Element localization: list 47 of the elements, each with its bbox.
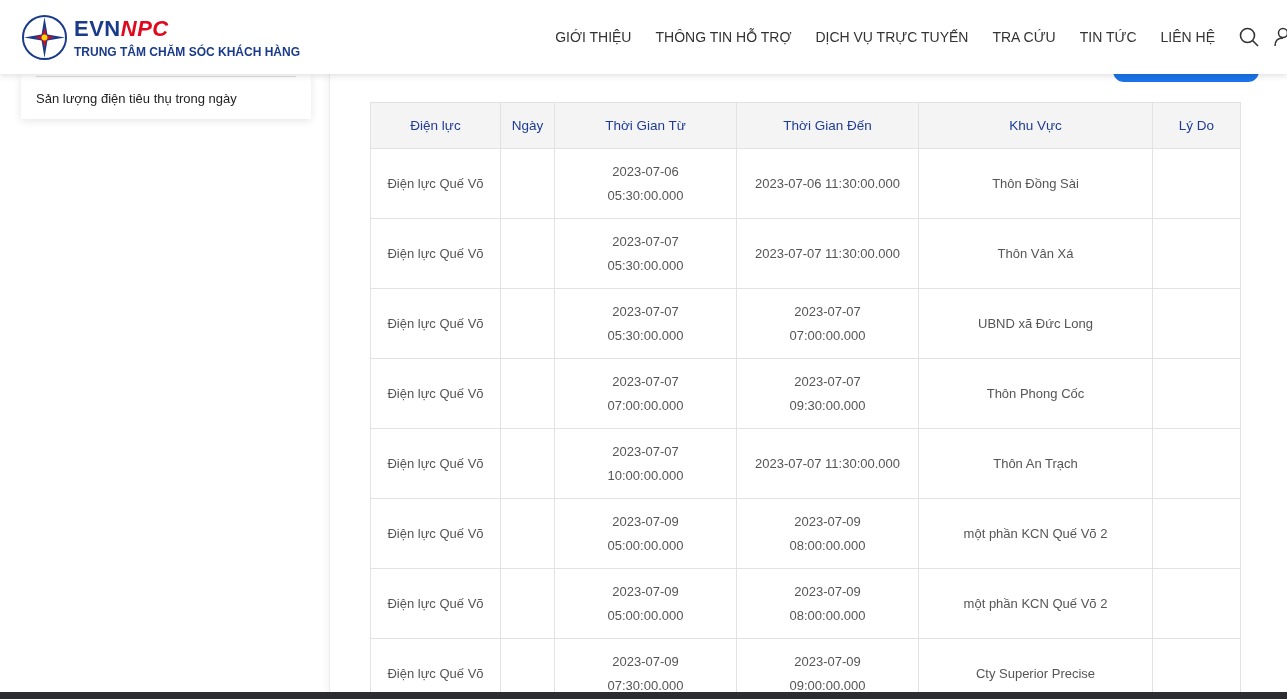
column-header: Khu Vực	[918, 102, 1153, 149]
table-cell: 2023-07-09 05:00:00.000	[554, 498, 737, 569]
column-header: Thời Gian Đến	[736, 102, 919, 149]
brand-name-accent: NPC	[120, 15, 169, 42]
table-cell: Điện lực Quế Võ	[370, 568, 501, 639]
table-cell: Điện lực Quế Võ	[370, 358, 501, 429]
logo-icon	[21, 13, 68, 61]
nav-link[interactable]: GIỚI THIỆU	[543, 29, 644, 45]
table-cell: 2023-07-06 05:30:00.000	[554, 148, 737, 219]
search-icon[interactable]	[1239, 27, 1259, 47]
nav-link[interactable]: THÔNG TIN HỖ TRỢ	[643, 29, 804, 45]
table-cell: Điện lực Quế Võ	[370, 288, 501, 359]
table-cell: 2023-07-07 09:30:00.000	[736, 358, 919, 429]
column-header: Thời Gian Từ	[554, 102, 737, 149]
table-cell: 2023-07-07 11:30:00.000	[736, 218, 919, 289]
user-icon[interactable]	[1273, 27, 1287, 47]
column-header: Điện lực	[370, 102, 501, 149]
table-cell: Thôn Phong Cốc	[918, 358, 1153, 429]
table-cell: 2023-07-07 11:30:00.000	[736, 428, 919, 499]
nav-link[interactable]: DỊCH VỤ TRỰC TUYẾN	[803, 29, 981, 45]
nav-link[interactable]: TRA CỨU	[980, 29, 1068, 45]
table-cell: Thôn An Trạch	[918, 428, 1153, 499]
table-cell: 2023-07-07 07:00:00.000	[736, 288, 919, 359]
table-cell: 2023-07-09 05:00:00.000	[554, 568, 737, 639]
column-header: Ngày	[500, 102, 555, 149]
table-cell: 2023-07-06 11:30:00.000	[736, 148, 919, 219]
column-header: Lý Do	[1152, 102, 1241, 149]
table-cell: Điện lực Quế Võ	[370, 148, 501, 219]
table-cell: Điện lực Quế Võ	[370, 218, 501, 289]
brand-name: EVN	[74, 15, 121, 42]
table-cell: 2023-07-07 10:00:00.000	[554, 428, 737, 499]
table-cell: Điện lực Quế Võ	[370, 428, 501, 499]
table-cell: 2023-07-09 08:00:00.000	[736, 568, 919, 639]
table-cell: một phần KCN Quế Võ 2	[918, 568, 1153, 639]
sidebar-item[interactable]: Sản lượng điện tiêu thụ trong ngày	[36, 76, 296, 119]
nav-link[interactable]: LIÊN HỆ	[1148, 29, 1227, 45]
table-cell: Thôn Vân Xá	[918, 218, 1153, 289]
table-cell: UBND xã Đức Long	[918, 288, 1153, 359]
table-cell: Điện lực Quế Võ	[370, 498, 501, 569]
table-cell: 2023-07-07 07:00:00.000	[554, 358, 737, 429]
table-cell: 2023-07-07 05:30:00.000	[554, 288, 737, 359]
table-cell: một phần KCN Quế Võ 2	[918, 498, 1153, 569]
table-cell: Thôn Đồng Sài	[918, 148, 1153, 219]
table-cell: 2023-07-07 05:30:00.000	[554, 218, 737, 289]
brand-tagline: TRUNG TÂM CHĂM SÓC KHÁCH HÀNG	[74, 44, 300, 59]
table-cell: 2023-07-09 08:00:00.000	[736, 498, 919, 569]
nav-link[interactable]: TIN TỨC	[1067, 29, 1149, 45]
